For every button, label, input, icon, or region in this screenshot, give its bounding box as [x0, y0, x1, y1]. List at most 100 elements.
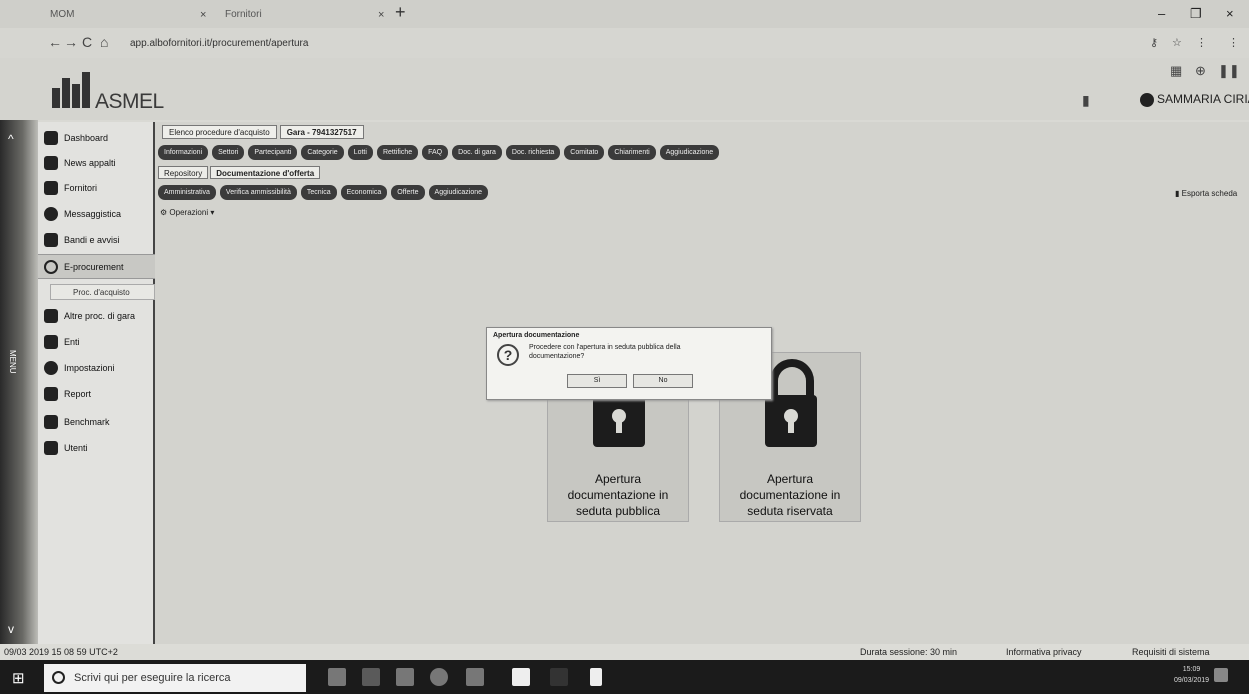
tab-chiarimenti[interactable]: Chiarimenti — [608, 145, 656, 160]
logo-text: ASMEL — [95, 90, 164, 113]
tab-aggiudicazione-2[interactable]: Aggiudicazione — [428, 185, 489, 200]
tab-documentazione-offerta[interactable]: Documentazione d'offerta — [210, 166, 321, 179]
tab-offerte[interactable]: Offerte — [391, 185, 425, 200]
notification-icon[interactable] — [1214, 668, 1228, 682]
key-icon[interactable]: ⚷ — [1150, 36, 1158, 49]
user-name: SAMMARIA CIRIANO — [1157, 92, 1249, 106]
sidebar-item-label: Utenti — [64, 443, 88, 453]
tab-categorie[interactable]: Categorie — [301, 145, 344, 160]
menu-side-label: MENU — [8, 350, 17, 374]
yes-button[interactable]: Sì — [567, 374, 627, 388]
file-icon[interactable] — [590, 668, 602, 686]
windows-start-icon[interactable]: ⊞ — [12, 669, 25, 687]
news-icon — [44, 156, 58, 170]
tab-comitato[interactable]: Comitato — [564, 145, 605, 160]
window-close-button[interactable]: × — [1226, 6, 1234, 21]
home-icon — [44, 131, 58, 145]
new-tab-button[interactable]: + — [395, 2, 406, 23]
tab-close-icon[interactable]: × — [378, 4, 384, 26]
breadcrumb-item-gara[interactable]: Gara - 7941327517 — [279, 125, 364, 139]
sidebar-item-label: News appalti — [64, 158, 116, 168]
tab-aggiudicazione[interactable]: Aggiudicazione — [659, 145, 720, 160]
sidebar-item-impostazioni[interactable]: Impostazioni — [38, 356, 155, 381]
breadcrumb: Elenco procedure d'acquisto Gara - 794132… — [162, 125, 367, 139]
sidebar-item-bandi[interactable]: Bandi e avvisi — [38, 228, 155, 253]
no-button[interactable]: No — [633, 374, 693, 388]
d-app-icon[interactable] — [512, 668, 530, 686]
extension-icon[interactable]: ⋮ — [1196, 36, 1207, 49]
truck-icon — [44, 181, 58, 195]
requirements-link[interactable]: Requisiti di sistema — [1132, 644, 1210, 660]
database-icon[interactable]: ▮ — [1082, 92, 1090, 109]
tab-lotti[interactable]: Lotti — [347, 145, 373, 160]
sidebar-item-e-procurement[interactable]: E-procurement — [38, 254, 155, 279]
tab-doc-gara[interactable]: Doc. di gara — [452, 145, 502, 160]
taskbar-search[interactable]: Scrivi qui per eseguire la ricerca — [44, 664, 306, 692]
sidebar-item-label: Dashboard — [64, 133, 109, 143]
scroll-down-icon[interactable]: v — [8, 622, 14, 636]
sidebar-item-benchmark[interactable]: Benchmark — [38, 410, 155, 435]
sidebar-item-enti[interactable]: Enti — [38, 330, 155, 355]
back-icon[interactable]: ← — [48, 34, 62, 50]
chrome-icon[interactable] — [430, 668, 448, 686]
sidebar-item-utenti[interactable]: Utenti — [38, 436, 155, 461]
user-menu[interactable]: SAMMARIA CIRIANO — [1140, 92, 1249, 107]
apps-icon[interactable]: ▦ — [1170, 63, 1182, 79]
tab-amministrativa[interactable]: Amministrativa — [158, 185, 216, 200]
card-label: Apertura documentazione in seduta pubblica — [567, 472, 669, 518]
forward-icon[interactable]: → — [64, 34, 78, 50]
reload-icon[interactable]: C — [82, 34, 92, 50]
sidebar-item-messaggistica[interactable]: Messaggistica — [38, 202, 155, 227]
maximize-button[interactable]: ❐ — [1190, 6, 1202, 22]
folder-icon — [44, 309, 58, 323]
app2-icon[interactable] — [550, 668, 568, 686]
globe-icon[interactable]: ⊕ — [1195, 63, 1206, 79]
task-view-icon[interactable] — [328, 668, 346, 686]
app-icon[interactable] — [466, 668, 484, 686]
sidebar-item-label: Impostazioni — [64, 363, 115, 373]
sidebar-item-altre-proc[interactable]: Altre proc. di gara — [38, 304, 155, 329]
sidebar-item-label: Report — [64, 389, 92, 399]
export-button[interactable]: ▮ Esporta scheda — [1175, 189, 1237, 198]
tab-doc-richiesta[interactable]: Doc. richiesta — [505, 145, 561, 160]
tab-informazioni[interactable]: Informazioni — [158, 145, 209, 160]
breadcrumb-item-elenco[interactable]: Elenco procedure d'acquisto — [162, 125, 277, 139]
browser-tab-2[interactable]: Fornitori — [215, 4, 375, 26]
store-icon[interactable] — [362, 668, 380, 686]
sidebar-item-news[interactable]: News appalti — [38, 151, 155, 176]
users-icon — [44, 335, 58, 349]
tab-faq[interactable]: FAQ — [422, 145, 449, 160]
pause-icon[interactable]: ❚❚ — [1218, 63, 1240, 79]
tab-repository[interactable]: Repository — [158, 166, 209, 179]
sidebar-item-report[interactable]: Report — [38, 382, 155, 407]
tab-tecnica[interactable]: Tecnica — [300, 185, 337, 200]
browser-tab-1[interactable]: MOM — [40, 4, 190, 26]
url-input[interactable]: app.albofornitori.it/procurement/apertur… — [130, 38, 308, 49]
menu-icon[interactable]: ⋮ — [1228, 36, 1239, 49]
sidebar-item-fornitori[interactable]: Fornitori — [38, 176, 155, 201]
taskbar-clock[interactable]: 15:09 09/03/2019 — [1174, 664, 1209, 686]
sidebar-item-label: Benchmark — [64, 417, 110, 427]
user-icon — [44, 441, 58, 455]
privacy-link[interactable]: Informativa privacy — [1006, 644, 1082, 660]
home-icon[interactable]: ⌂ — [100, 34, 108, 50]
dialog-title: Apertura documentazione — [493, 332, 580, 339]
tab-close-icon[interactable]: × — [200, 4, 206, 26]
scroll-up-icon[interactable]: ^ — [8, 132, 14, 146]
export-icon: ▮ — [1175, 189, 1182, 198]
minimize-button[interactable]: – — [1158, 6, 1165, 21]
tab-settori[interactable]: Settori — [212, 145, 245, 160]
search-icon — [52, 671, 65, 684]
tab-verifica[interactable]: Verifica ammissibilità — [219, 185, 297, 200]
sidebar-subitem-label: Proc. d'acquisto — [73, 288, 130, 297]
tab-label: Fornitori — [225, 9, 262, 20]
star-icon[interactable]: ☆ — [1172, 36, 1182, 49]
sidebar-subitem-proc-acquisto[interactable]: Proc. d'acquisto — [50, 284, 155, 300]
megaphone-icon — [44, 233, 58, 247]
tab-rettifiche[interactable]: Rettifiche — [376, 145, 419, 160]
tab-economica[interactable]: Economica — [340, 185, 388, 200]
sidebar-item-dashboard[interactable]: Dashboard — [38, 126, 155, 151]
operations-button[interactable]: ⚙ Operazioni ▾ — [160, 208, 214, 217]
mail-icon[interactable] — [396, 668, 414, 686]
tab-partecipanti[interactable]: Partecipanti — [248, 145, 298, 160]
